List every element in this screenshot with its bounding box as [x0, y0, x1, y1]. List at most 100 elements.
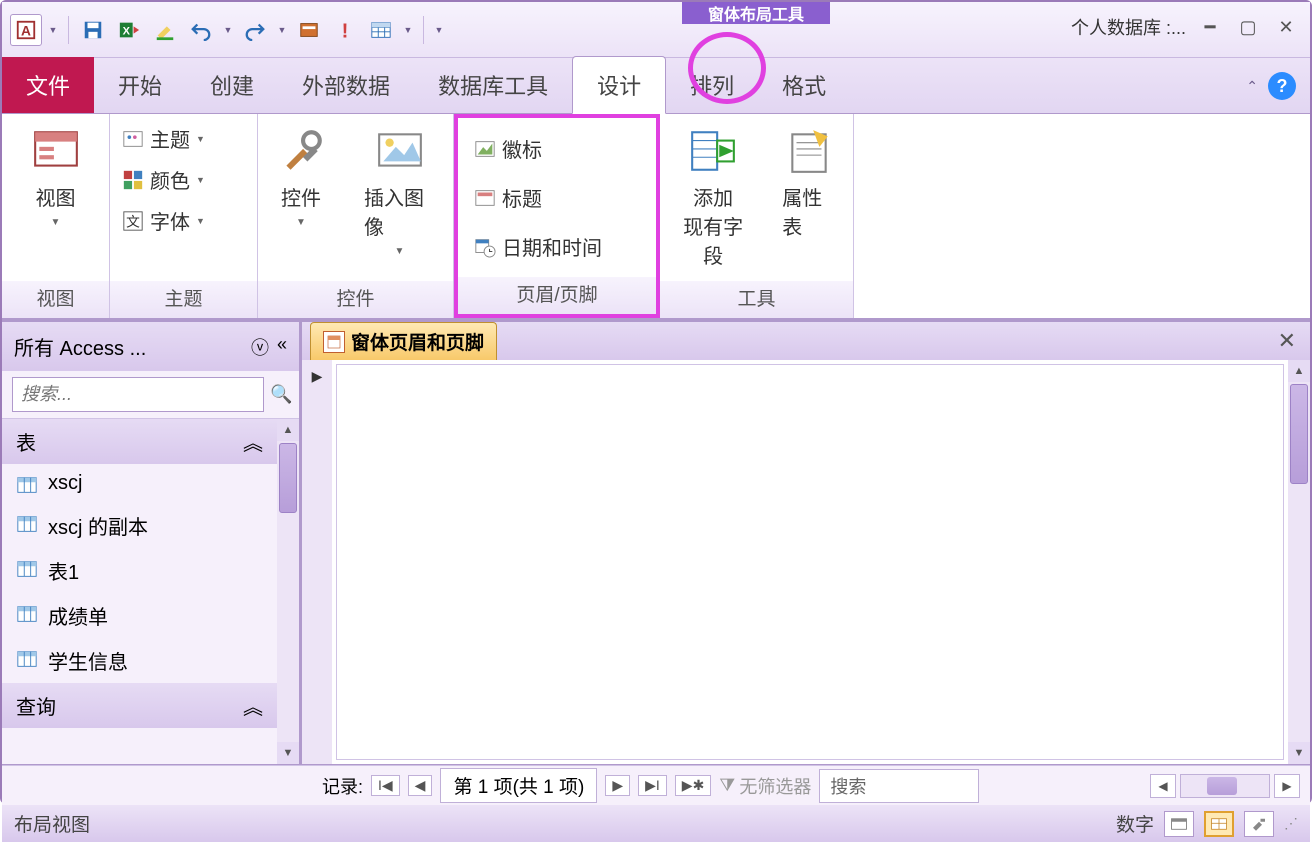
- new-record-button[interactable]: ▶✱: [675, 775, 712, 796]
- form-canvas[interactable]: [336, 364, 1284, 760]
- layout-view-toggle[interactable]: [1204, 811, 1234, 837]
- scroll-left-icon[interactable]: ◀: [1150, 774, 1176, 798]
- undo-dropdown[interactable]: ▼: [221, 14, 235, 46]
- colors-button[interactable]: 颜色▼: [118, 163, 209, 196]
- undo-icon[interactable]: [185, 14, 217, 46]
- minimize-button[interactable]: ━: [1196, 16, 1224, 38]
- scroll-right-icon[interactable]: ▶: [1274, 774, 1300, 798]
- prev-record-button[interactable]: ◀: [408, 775, 433, 796]
- nav-collapse-icon[interactable]: «: [277, 334, 287, 360]
- scroll-thumb[interactable]: [1207, 777, 1237, 795]
- colors-icon: [122, 169, 144, 191]
- qat-customize-dropdown[interactable]: ▼: [432, 14, 446, 46]
- search-icon[interactable]: 🔍: [270, 384, 292, 406]
- calendar-clock-icon: [474, 236, 496, 258]
- add-field-icon: [688, 126, 738, 176]
- nav-search-input[interactable]: [12, 377, 264, 412]
- insert-image-button[interactable]: 插入图像▼: [354, 122, 445, 261]
- tab-format[interactable]: 格式: [758, 57, 850, 113]
- scroll-down-icon[interactable]: ▼: [1288, 742, 1310, 764]
- view-button[interactable]: 视图 ▼: [21, 122, 91, 232]
- export-excel-icon[interactable]: X: [113, 14, 145, 46]
- save-icon[interactable]: [77, 14, 109, 46]
- datetime-button[interactable]: 日期和时间: [470, 230, 606, 263]
- nav-pane-title[interactable]: 所有 Access ...: [14, 332, 146, 361]
- nav-category-queries[interactable]: 查询︽: [2, 683, 277, 728]
- design-view-toggle[interactable]: [1244, 811, 1274, 837]
- scroll-up-icon[interactable]: ▲: [277, 419, 299, 441]
- form-view-toggle[interactable]: [1164, 811, 1194, 837]
- form-wizard-icon[interactable]: [293, 14, 325, 46]
- tab-external-data[interactable]: 外部数据: [278, 57, 414, 113]
- collapse-up-icon: ︽: [243, 691, 263, 720]
- nav-item-table[interactable]: xscj 的副本: [2, 503, 277, 548]
- title-button[interactable]: 标题: [470, 181, 606, 214]
- property-sheet-icon: [784, 126, 834, 176]
- redo-dropdown[interactable]: ▼: [275, 14, 289, 46]
- status-bar: 布局视图 数字 ⋰: [2, 805, 1310, 842]
- tab-home[interactable]: 开始: [94, 57, 186, 113]
- window-title: 个人数据库 :...: [1071, 14, 1186, 40]
- tab-arrange[interactable]: 排列: [666, 57, 758, 113]
- scroll-thumb[interactable]: [279, 443, 297, 513]
- controls-button[interactable]: 控件▼: [266, 122, 336, 232]
- title-icon: [474, 187, 496, 209]
- document-tab[interactable]: 窗体页眉和页脚: [310, 322, 497, 360]
- scroll-up-icon[interactable]: ▲: [1288, 360, 1310, 382]
- fonts-button[interactable]: 文字体▼: [118, 204, 209, 237]
- app-menu-dropdown[interactable]: ▼: [46, 14, 60, 46]
- themes-icon: [122, 128, 144, 150]
- scroll-thumb[interactable]: [1290, 384, 1308, 484]
- svg-text:文: 文: [126, 214, 140, 229]
- table-icon: [16, 474, 38, 496]
- chevron-down-icon: ▼: [51, 217, 61, 228]
- property-sheet-button[interactable]: 属性表: [772, 122, 845, 244]
- logo-button[interactable]: 徽标: [470, 132, 606, 165]
- highlight-icon[interactable]: [149, 14, 181, 46]
- redo-icon[interactable]: [239, 14, 271, 46]
- nav-item-table[interactable]: 表1: [2, 548, 277, 593]
- filter-status: ⧩无筛选器: [719, 773, 811, 799]
- horizontal-scrollbar[interactable]: ◀ ▶: [1150, 774, 1300, 798]
- record-counter[interactable]: 第 1 项(共 1 项): [440, 768, 597, 803]
- nav-dropdown-icon[interactable]: ⓥ: [251, 334, 269, 360]
- tab-create[interactable]: 创建: [186, 57, 278, 113]
- ribbon-tabs: 文件 开始 创建 外部数据 数据库工具 设计 排列 格式 ⌃ ?: [2, 58, 1310, 114]
- alert-icon[interactable]: !: [329, 14, 361, 46]
- nav-item-table[interactable]: xscj: [2, 464, 277, 503]
- nav-category-tables[interactable]: 表︽: [2, 419, 277, 464]
- scroll-down-icon[interactable]: ▼: [277, 742, 299, 764]
- fonts-icon: 文: [122, 210, 144, 232]
- themes-button[interactable]: 主题▼: [118, 122, 209, 155]
- first-record-button[interactable]: I◀: [371, 775, 400, 796]
- table-icon: [16, 558, 38, 580]
- tab-file[interactable]: 文件: [2, 57, 94, 113]
- maximize-button[interactable]: ▢: [1234, 16, 1262, 38]
- last-record-button[interactable]: ▶I: [638, 775, 667, 796]
- tab-database-tools[interactable]: 数据库工具: [414, 57, 572, 113]
- resize-grip-icon[interactable]: ⋰: [1284, 815, 1298, 832]
- close-button[interactable]: ✕: [1272, 16, 1300, 38]
- nav-scrollbar[interactable]: ▲ ▼: [277, 419, 299, 764]
- nav-item-table[interactable]: 学生信息: [2, 638, 277, 683]
- add-existing-fields-button[interactable]: 添加 现有字段: [668, 122, 758, 273]
- datasheet-icon[interactable]: [365, 14, 397, 46]
- table-icon: [16, 648, 38, 670]
- contextual-tool-tab: 窗体布局工具: [682, 2, 830, 24]
- next-record-button[interactable]: ▶: [605, 775, 630, 796]
- record-selector-gutter[interactable]: ▶: [302, 360, 332, 764]
- help-icon[interactable]: ?: [1268, 72, 1296, 100]
- app-icon[interactable]: A: [10, 14, 42, 46]
- record-search-input[interactable]: 搜索: [819, 769, 979, 803]
- table-icon: [16, 603, 38, 625]
- datasheet-dropdown[interactable]: ▼: [401, 14, 415, 46]
- funnel-icon: ⧩: [719, 775, 735, 796]
- vertical-scrollbar[interactable]: ▲ ▼: [1288, 360, 1310, 764]
- ribbon-body: 视图 ▼ 视图 主题▼ 颜色▼ 文字体▼ 主题 控件▼ 插入图像▼ 控件: [2, 114, 1310, 322]
- ribbon-collapse-icon[interactable]: ⌃: [1246, 78, 1258, 95]
- close-document-icon[interactable]: ✕: [1278, 328, 1296, 354]
- nav-item-table[interactable]: 成绩单: [2, 593, 277, 638]
- tab-design[interactable]: 设计: [572, 56, 666, 114]
- image-icon: [375, 126, 425, 176]
- quick-access-toolbar: A ▼ X ▼ ▼ ! ▼ ▼ 窗体布局工具 个人数据库 :... ━ ▢ ✕: [2, 2, 1310, 58]
